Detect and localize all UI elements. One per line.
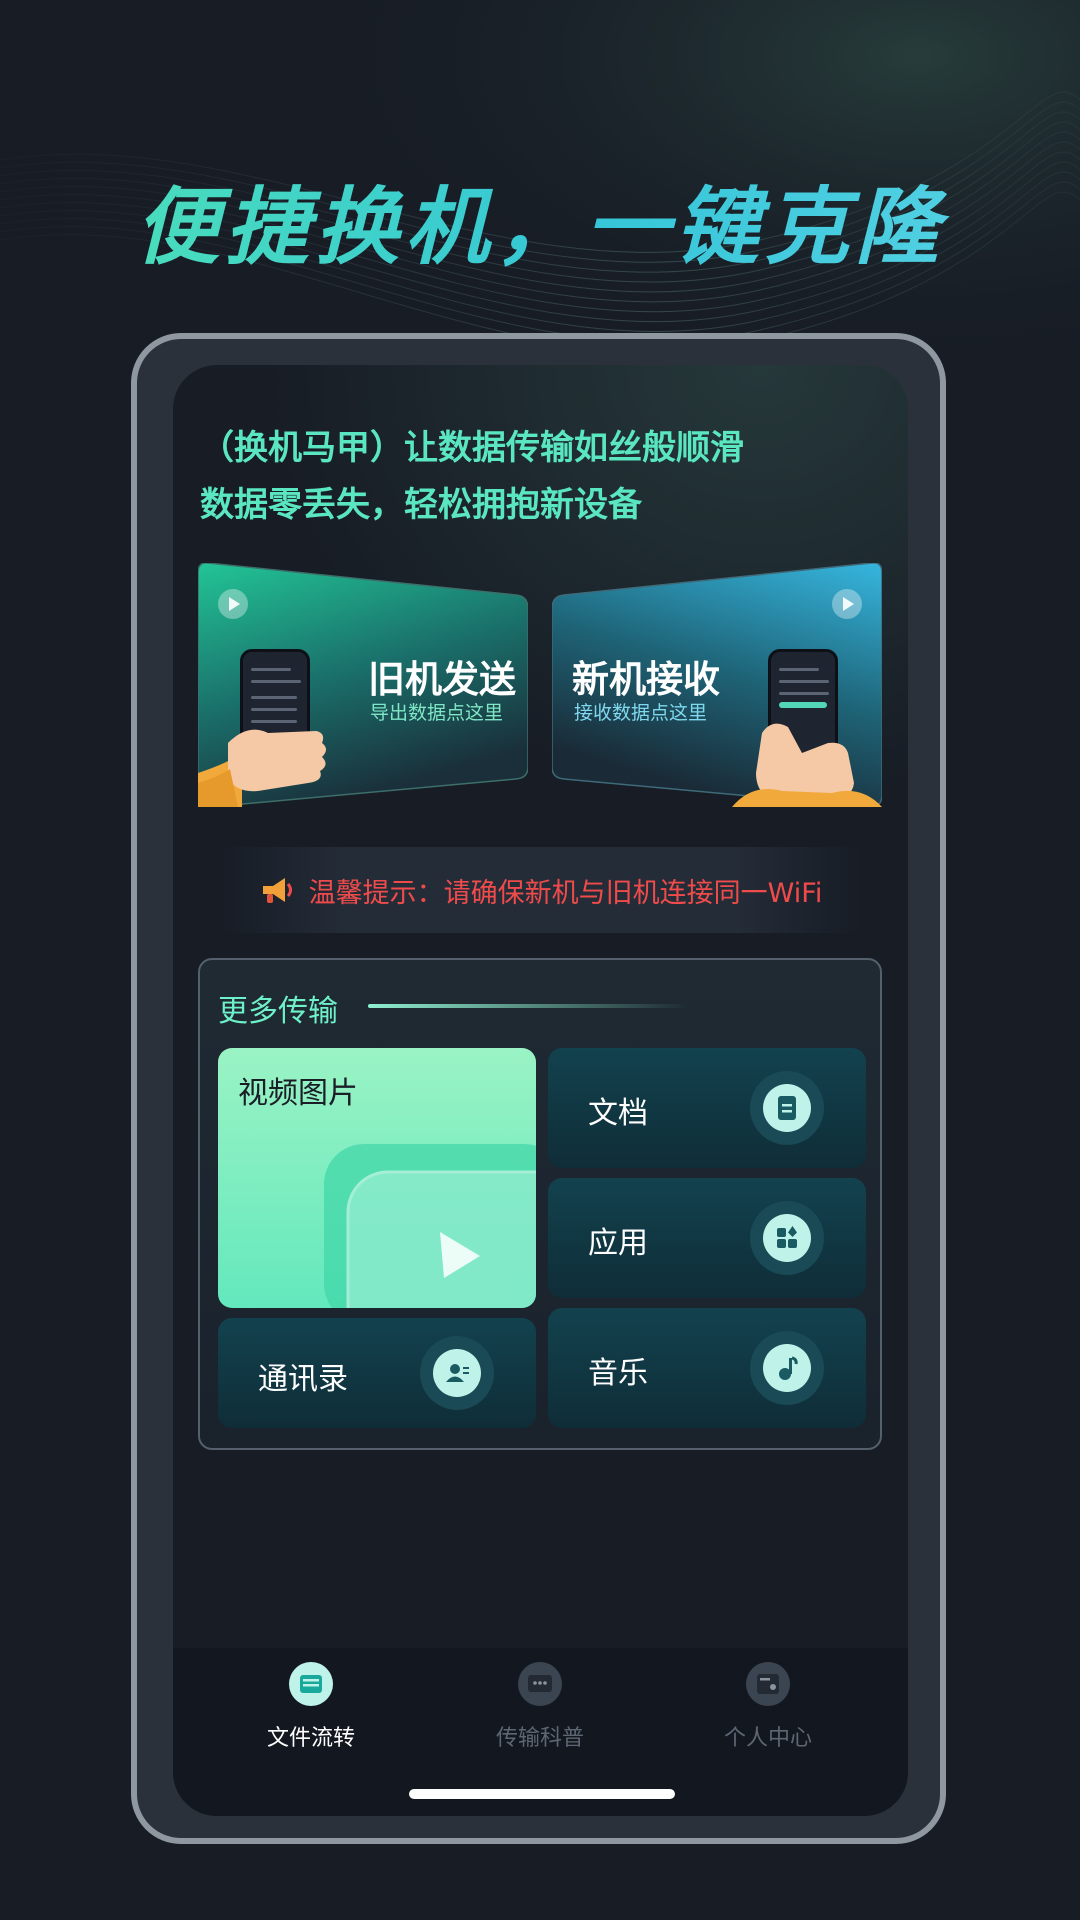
music-icon <box>750 1331 824 1405</box>
tab-profile[interactable]: 个人中心 <box>688 1662 848 1752</box>
documents-tile-label: 文档 <box>588 1096 648 1131</box>
music-tile-label: 音乐 <box>588 1356 648 1391</box>
contacts-tile-label: 通讯录 <box>258 1362 348 1397</box>
apps-tile-label: 应用 <box>588 1226 648 1261</box>
media-tile-label: 视频图片 <box>238 1076 358 1111</box>
new-device-receive-card[interactable]: 新机接收 接收数据点这里 <box>552 563 882 807</box>
contacts-transfer-tile[interactable]: 通讯录 <box>218 1318 536 1428</box>
tab-file-transfer[interactable]: 文件流转 <box>231 1662 391 1752</box>
more-transfers-panel: 更多传输 视频图片 文档 应用 通讯录 音乐 <box>198 958 882 1450</box>
hero-title: 便捷换机，一键克隆 <box>0 160 1080 281</box>
document-icon <box>750 1071 824 1145</box>
music-transfer-tile[interactable]: 音乐 <box>548 1308 866 1428</box>
new-card-subtitle: 接收数据点这里 <box>574 702 708 724</box>
tab-file-transfer-label: 文件流转 <box>266 1726 355 1751</box>
app-screen: （换机马甲）让数据传输如丝般顺滑 数据零丢失，轻松拥抱新设备 旧机发送 导出数据… <box>173 365 908 1816</box>
contact-icon <box>420 1336 494 1410</box>
documents-transfer-tile[interactable]: 文档 <box>548 1048 866 1168</box>
apps-transfer-tile[interactable]: 应用 <box>548 1178 866 1298</box>
tab-transfer-knowledge-label: 传输科普 <box>495 1726 584 1751</box>
old-card-subtitle: 导出数据点这里 <box>370 702 504 724</box>
wifi-tip-banner: 温馨提示：请确保新机与旧机连接同一WiFi <box>218 847 863 933</box>
home-indicator[interactable] <box>409 1789 675 1799</box>
more-transfers-heading: 更多传输 <box>218 994 338 1029</box>
profile-icon <box>746 1662 790 1706</box>
old-card-hand-illustration <box>198 729 326 807</box>
media-play-icon <box>324 1144 536 1308</box>
new-card-title: 新机接收 <box>572 658 720 701</box>
apps-icon <box>750 1201 824 1275</box>
wifi-tip-text: 温馨提示：请确保新机与旧机连接同一WiFi <box>308 877 823 909</box>
tab-profile-label: 个人中心 <box>723 1726 812 1751</box>
new-card-play-icon[interactable] <box>832 589 862 619</box>
heading-underline <box>368 1004 688 1008</box>
tab-transfer-knowledge[interactable]: 传输科普 <box>460 1662 620 1752</box>
chat-icon <box>518 1662 562 1706</box>
old-card-play-icon[interactable] <box>218 589 248 619</box>
new-card-hand-illustration <box>732 723 882 807</box>
media-transfer-tile[interactable]: 视频图片 <box>218 1048 536 1308</box>
files-icon <box>289 1662 333 1706</box>
slogan-line-2: 数据零丢失，轻松拥抱新设备 <box>200 485 642 525</box>
old-device-send-card[interactable]: 旧机发送 导出数据点这里 <box>198 563 528 807</box>
megaphone-icon <box>262 878 292 903</box>
old-card-title: 旧机发送 <box>368 658 516 701</box>
slogan-line-1: （换机马甲）让数据传输如丝般顺滑 <box>200 428 744 468</box>
